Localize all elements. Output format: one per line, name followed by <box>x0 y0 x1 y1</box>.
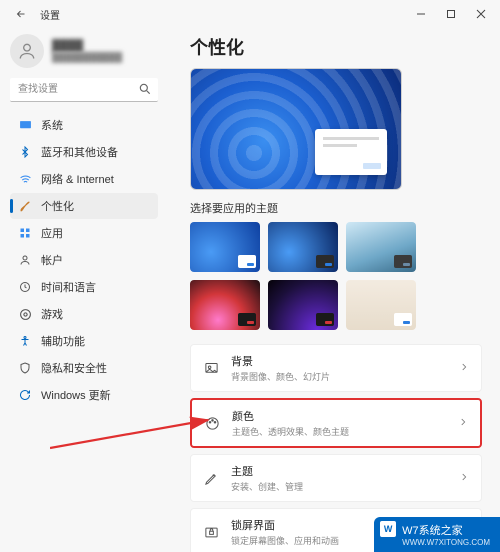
sidebar-item-bluetooth[interactable]: 蓝牙和其他设备 <box>10 139 158 165</box>
update-icon <box>18 388 32 402</box>
shield-icon <box>18 361 32 375</box>
settings-row-colors[interactable]: 颜色主题色、透明效果、颜色主题 <box>190 398 482 448</box>
sidebar-item-network[interactable]: 网络 & Internet <box>10 166 158 192</box>
sidebar-item-label: 网络 & Internet <box>41 171 114 187</box>
sidebar-item-label: 蓝牙和其他设备 <box>41 144 118 160</box>
user-profile[interactable]: ████ ███████████ <box>10 32 158 78</box>
image-icon <box>203 360 219 376</box>
sidebar-item-system[interactable]: 系统 <box>10 112 158 138</box>
user-name: ████ <box>52 40 122 52</box>
sidebar-item-label: 隐私和安全性 <box>41 360 107 376</box>
content-area: 个性化 选择要应用的主题 背景背景图像、颜色、幻灯片 颜色主题色、透明效果、颜色… <box>166 28 500 552</box>
sidebar-item-privacy[interactable]: 隐私和安全性 <box>10 355 158 381</box>
watermark-sub: WWW.W7XITONG.COM <box>402 538 490 547</box>
user-email: ███████████ <box>52 52 122 62</box>
theme-option-3[interactable] <box>346 222 416 272</box>
row-sub: 安装、创建、管理 <box>231 480 447 493</box>
chevron-right-icon <box>458 417 468 430</box>
settings-row-themes[interactable]: 主题安装、创建、管理 <box>190 454 482 502</box>
row-title: 背景 <box>231 353 447 369</box>
page-title: 个性化 <box>190 34 482 60</box>
sidebar-item-label: 应用 <box>41 225 63 241</box>
sidebar-item-apps[interactable]: 应用 <box>10 220 158 246</box>
theme-grid <box>190 222 482 330</box>
window-title: 设置 <box>40 7 60 22</box>
game-icon <box>18 307 32 321</box>
lock-icon <box>203 524 219 540</box>
person-icon <box>18 253 32 267</box>
row-sub: 主题色、透明效果、颜色主题 <box>232 425 446 438</box>
theme-option-2[interactable] <box>268 222 338 272</box>
desktop-preview <box>190 68 402 190</box>
sidebar-item-label: 系统 <box>41 117 63 133</box>
sidebar-item-gaming[interactable]: 游戏 <box>10 301 158 327</box>
clock-icon <box>18 280 32 294</box>
row-title: 颜色 <box>232 408 446 424</box>
sidebar-item-label: 辅助功能 <box>41 333 85 349</box>
brush-icon <box>18 199 32 213</box>
watermark: W W7系统之家 WWW.W7XITONG.COM <box>374 517 500 552</box>
close-button[interactable] <box>466 0 496 28</box>
minimize-button[interactable] <box>406 0 436 28</box>
sidebar-item-time-language[interactable]: 时间和语言 <box>10 274 158 300</box>
sidebar-item-label: 游戏 <box>41 306 63 322</box>
theme-section-label: 选择要应用的主题 <box>190 200 482 216</box>
theme-option-1[interactable] <box>190 222 260 272</box>
sidebar-item-personalization[interactable]: 个性化 <box>10 193 158 219</box>
watermark-logo: W <box>380 521 396 537</box>
apps-icon <box>18 226 32 240</box>
back-button[interactable] <box>12 5 30 23</box>
watermark-main: W7系统之家 <box>402 525 463 537</box>
sidebar-item-label: Windows 更新 <box>41 387 111 403</box>
sidebar-item-windows-update[interactable]: Windows 更新 <box>10 382 158 408</box>
accessibility-icon <box>18 334 32 348</box>
row-sub: 背景图像、颜色、幻灯片 <box>231 370 447 383</box>
maximize-button[interactable] <box>436 0 466 28</box>
settings-row-background[interactable]: 背景背景图像、颜色、幻灯片 <box>190 344 482 392</box>
sidebar-item-accessibility[interactable]: 辅助功能 <box>10 328 158 354</box>
bluetooth-icon <box>18 145 32 159</box>
avatar <box>10 34 44 68</box>
theme-option-5[interactable] <box>268 280 338 330</box>
palette-icon <box>204 415 220 431</box>
chevron-right-icon <box>459 472 469 485</box>
sidebar-item-label: 帐户 <box>41 252 63 268</box>
sidebar-item-label: 时间和语言 <box>41 279 96 295</box>
theme-option-4[interactable] <box>190 280 260 330</box>
sidebar-item-label: 个性化 <box>41 198 74 214</box>
wifi-icon <box>18 172 32 186</box>
display-icon <box>18 118 32 132</box>
search-icon <box>138 82 152 99</box>
sidebar-item-accounts[interactable]: 帐户 <box>10 247 158 273</box>
search-input[interactable] <box>10 78 158 102</box>
sidebar: ████ ███████████ 系统 蓝牙和其他设备 网络 & Interne… <box>0 28 166 552</box>
pen-icon <box>203 470 219 486</box>
chevron-right-icon <box>459 362 469 375</box>
row-title: 主题 <box>231 463 447 479</box>
theme-option-6[interactable] <box>346 280 416 330</box>
